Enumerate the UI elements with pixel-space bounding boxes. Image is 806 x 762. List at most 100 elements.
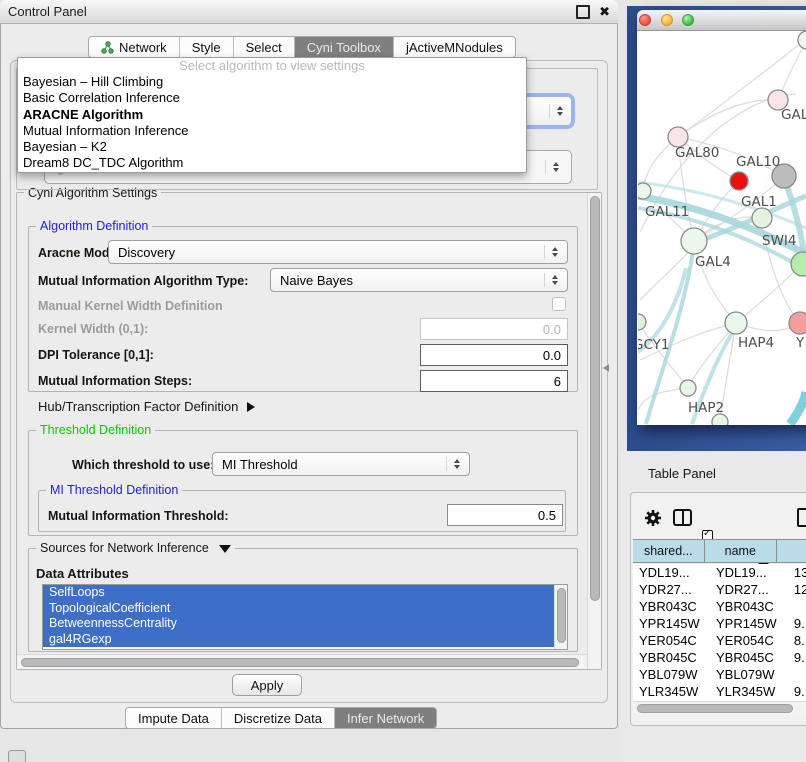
close-traffic-light-icon[interactable]	[639, 14, 651, 26]
network-node[interactable]	[752, 208, 772, 228]
minimize-traffic-light-icon[interactable]	[661, 14, 673, 26]
algorithm-option[interactable]: Bayesian – Hill Climbing	[18, 74, 526, 90]
combo-spinner-icon	[544, 273, 558, 287]
network-node-label: GAL4	[695, 254, 731, 270]
settings-vertical-scrollbar-thumb[interactable]	[590, 196, 600, 601]
network-node[interactable]	[789, 312, 806, 334]
data-attributes-list[interactable]: SelfLoopsTopologicalCoefficientBetweenne…	[42, 584, 568, 650]
table-row[interactable]: YDL19...YDL19...13	[633, 564, 806, 581]
float-window-icon[interactable]	[576, 5, 590, 19]
data-attribute-item[interactable]: SelfLoops	[43, 585, 562, 601]
algorithm-option[interactable]: ARACNE Algorithm	[18, 107, 526, 123]
network-node[interactable]	[638, 183, 651, 199]
network-node[interactable]	[730, 172, 748, 190]
network-node[interactable]	[798, 31, 806, 49]
table-cell: 12	[788, 581, 806, 598]
tab-impute-data-label: Impute Data	[138, 711, 209, 726]
table-row[interactable]: YBR045CYBR045C9.	[633, 649, 806, 666]
settings-vertical-scrollbar[interactable]	[587, 193, 601, 669]
dpi-tolerance-field[interactable]: 0.0	[420, 344, 568, 366]
tab-discretize-data[interactable]: Discretize Data	[222, 708, 335, 728]
expand-right-icon	[247, 402, 255, 412]
settings-horizontal-scrollbar-thumb[interactable]	[21, 658, 579, 667]
dpi-tolerance-label: DPI Tolerance [0,1]:	[38, 348, 154, 362]
table-cell: YLR345W	[633, 683, 710, 700]
network-graph[interactable]: GALGAL80GAL10GAL11GAL1SWI4GAL4GCY1HAP4YH…	[638, 31, 806, 425]
list-vertical-scrollbar[interactable]	[554, 585, 567, 649]
document-icon[interactable]	[797, 508, 806, 527]
column-header-shared-name[interactable]: shared...	[633, 540, 705, 562]
tab-select[interactable]: Select	[234, 37, 295, 57]
table-row[interactable]: YBR043CYBR043C	[633, 598, 806, 615]
panel-divider-arrow-icon[interactable]	[603, 364, 609, 372]
list-vertical-scrollbar-thumb[interactable]	[557, 588, 566, 643]
algorithm-definition-title: Algorithm Definition	[36, 219, 152, 233]
network-node[interactable]	[681, 228, 707, 254]
apply-button-label: Apply	[251, 678, 284, 693]
close-window-icon[interactable]: ✖	[599, 7, 610, 17]
tab-network[interactable]: Network	[89, 37, 180, 57]
network-node[interactable]	[638, 314, 646, 330]
table-row[interactable]: YBL079WYBL079W	[633, 666, 806, 683]
network-node-label: GAL1	[741, 194, 777, 210]
tab-cyni-toolbox[interactable]: Cyni Toolbox	[295, 37, 394, 57]
algorithm-option[interactable]: Dream8 DC_TDC Algorithm	[18, 155, 526, 171]
column-header-name[interactable]: name	[705, 540, 777, 562]
table-row[interactable]: YLR345WYLR345W9.	[633, 683, 806, 700]
network-window-titlebar[interactable]	[637, 10, 806, 31]
which-threshold-label: Which threshold to use:	[72, 458, 214, 472]
data-attribute-item[interactable]: gal4RGexp	[43, 632, 562, 648]
mi-threshold-field[interactable]: 0.5	[447, 504, 563, 526]
table-cell: YDL19...	[633, 564, 710, 581]
table-cell: 9.	[788, 649, 806, 666]
tab-jactivemnodules[interactable]: jActiveMNodules	[394, 37, 515, 57]
network-node[interactable]	[668, 127, 688, 147]
network-node-label: SWI4	[762, 233, 797, 249]
table-row[interactable]: YER054CYER054C8.	[633, 632, 806, 649]
table-cell: 13	[788, 564, 806, 581]
hub-definition-label: Hub/Transcription Factor Definition	[38, 399, 238, 414]
table-row[interactable]: YDR27...YDR27...12	[633, 581, 806, 598]
cyni-bottom-tabs: Impute Data Discretize Data Infer Networ…	[125, 707, 437, 729]
table-cell: YER054C	[633, 632, 710, 649]
combo-spinner-icon	[446, 457, 460, 471]
network-node[interactable]	[725, 312, 747, 334]
apply-button[interactable]: Apply	[232, 674, 302, 696]
network-node-label: GAL10	[736, 154, 780, 170]
algorithm-option[interactable]: Bayesian – K2	[18, 139, 526, 155]
combo-spinner-icon	[545, 160, 559, 174]
network-node[interactable]	[680, 380, 696, 396]
data-attributes-items: SelfLoopsTopologicalCoefficientBetweenne…	[43, 585, 567, 647]
aracne-mode-combo[interactable]: Discovery	[108, 240, 568, 264]
mi-type-combo[interactable]: Naive Bayes	[270, 268, 568, 292]
control-panel-titlebar[interactable]: Control Panel ✖	[0, 0, 618, 24]
mi-steps-field[interactable]: 6	[420, 370, 568, 392]
tab-impute-data[interactable]: Impute Data	[126, 708, 222, 728]
table-horizontal-scrollbar[interactable]	[633, 701, 806, 714]
data-attribute-item[interactable]: TopologicalCoefficient	[43, 601, 562, 617]
hub-definition-expander[interactable]: Hub/Transcription Factor Definition	[38, 399, 255, 414]
sources-title-label: Sources for Network Inference	[40, 541, 209, 555]
table-body[interactable]: YDL19...YDL19...13YDR27...YDR27...12YBR0…	[633, 564, 806, 701]
table-cell: YDR27...	[633, 581, 710, 598]
column-header-extra[interactable]	[777, 540, 806, 562]
zoom-traffic-light-icon[interactable]	[682, 14, 694, 26]
table-row[interactable]: YPR145WYPR145W9.	[633, 615, 806, 632]
split-columns-icon[interactable]	[673, 509, 692, 526]
minimized-panel-icon[interactable]	[8, 750, 26, 762]
algorithm-option[interactable]: Basic Correlation Inference	[18, 90, 526, 106]
which-threshold-combo[interactable]: MI Threshold	[212, 452, 470, 476]
tab-infer-network[interactable]: Infer Network	[335, 708, 436, 728]
kernel-width-field[interactable]: 0.0	[420, 318, 568, 340]
manual-kernel-checkbox[interactable]	[552, 297, 566, 311]
table-cell: YBR045C	[710, 649, 788, 666]
data-attribute-item[interactable]: BetweennessCentrality	[43, 616, 562, 632]
tab-style[interactable]: Style	[180, 37, 234, 57]
algorithm-option[interactable]: Mutual Information Inference	[18, 123, 526, 139]
settings-horizontal-scrollbar[interactable]	[17, 654, 586, 669]
algorithm-dropdown-popup: Select algorithm to view settings Bayesi…	[17, 57, 527, 173]
network-node-label: Y	[795, 335, 805, 351]
table-settings-gear-icon[interactable]	[644, 509, 662, 527]
table-horizontal-scrollbar-thumb[interactable]	[637, 704, 793, 713]
sources-group-title[interactable]: Sources for Network Inference	[36, 541, 235, 555]
